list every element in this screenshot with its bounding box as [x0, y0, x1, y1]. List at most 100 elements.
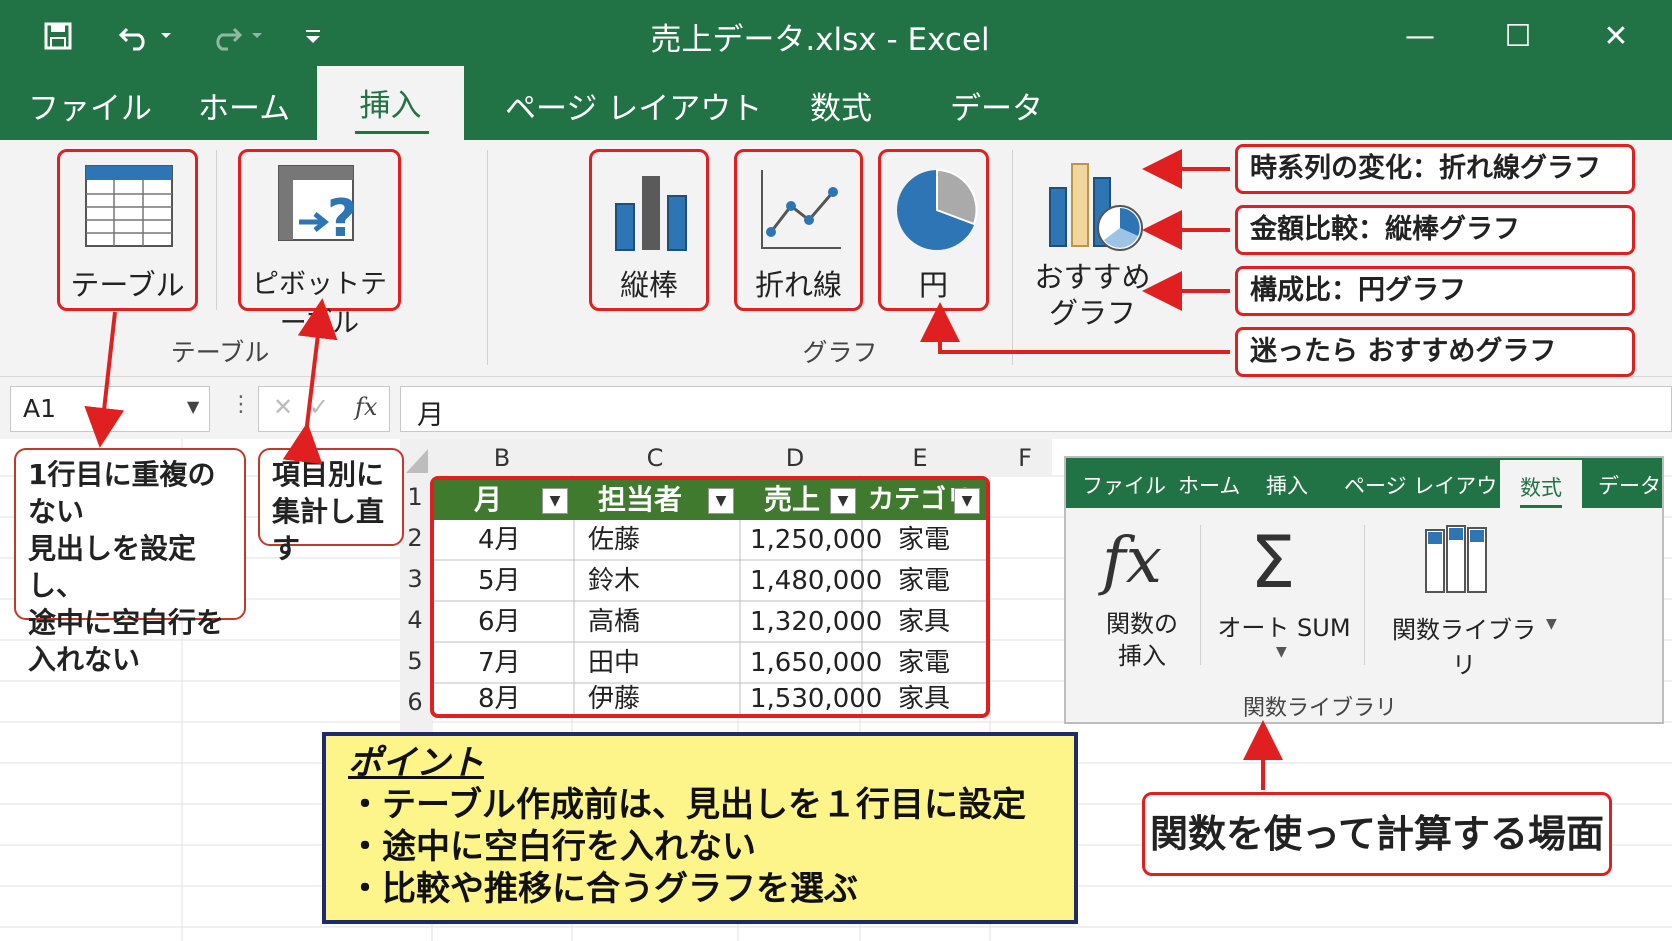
cell-month[interactable]: 5月: [478, 561, 521, 601]
pivot-note-line: 集計し直す: [272, 495, 385, 565]
more-options-icon[interactable]: ⋮: [230, 392, 252, 417]
row-header-6[interactable]: 6: [400, 688, 430, 716]
chevron-down-icon: ▼: [1546, 616, 1557, 632]
line-chart-label: 折れ線: [754, 268, 842, 302]
inset-tab-underline: [1520, 505, 1562, 508]
cell-sales[interactable]: 1,530,000: [750, 684, 882, 714]
recommended-charts-icon: [1048, 158, 1144, 258]
pivot-note-line: 項目別に: [272, 458, 385, 491]
minimize-button[interactable]: —: [1390, 14, 1450, 60]
tab-file[interactable]: ファイル: [28, 84, 152, 134]
table-note-line: 入れない: [28, 643, 141, 676]
cell-person[interactable]: 佐藤: [588, 520, 640, 560]
cell-category[interactable]: 家電: [898, 520, 950, 560]
tab-home[interactable]: ホーム: [198, 84, 290, 134]
point-bullet: ・テーブル作成前は、見出しを１行目に設定: [348, 785, 1026, 825]
filter-dropdown-icon[interactable]: ▼: [954, 488, 980, 514]
row-header-5[interactable]: 5: [400, 647, 430, 675]
cell-month[interactable]: 4月: [478, 520, 521, 560]
insert-function-label-1: 関数の: [1106, 610, 1178, 638]
cell-sales[interactable]: 1,250,000: [750, 520, 882, 560]
recommended-charts-button[interactable]: おすすめ グラフ: [1030, 150, 1155, 330]
filter-dropdown-icon[interactable]: ▼: [708, 488, 734, 514]
column-header-b[interactable]: B: [472, 441, 532, 475]
formula-input[interactable]: 月: [400, 386, 1672, 432]
filter-dropdown-icon[interactable]: ▼: [542, 488, 568, 514]
row-header-2[interactable]: 2: [400, 524, 430, 552]
chevron-down-icon: ▼: [1276, 644, 1287, 660]
chart-group-label: グラフ: [802, 338, 878, 367]
tab-formulas[interactable]: 数式: [810, 84, 872, 134]
cell-category[interactable]: 家電: [898, 643, 950, 683]
column-chart-button[interactable]: 縦棒: [589, 149, 709, 311]
close-button[interactable]: ✕: [1586, 14, 1646, 60]
redo-icon[interactable]: [210, 16, 270, 56]
table-header-sales: 売上: [764, 483, 821, 516]
cell-category[interactable]: 家具: [898, 684, 950, 714]
table-group-label: テーブル: [170, 338, 270, 367]
row-header-3[interactable]: 3: [400, 565, 430, 593]
recommended-charts-label-2: グラフ: [1048, 296, 1136, 330]
cell-month[interactable]: 8月: [478, 684, 521, 714]
filter-dropdown-icon[interactable]: ▼: [830, 488, 856, 514]
autosum-button[interactable]: Σ オート SUM ▼: [1214, 520, 1354, 670]
save-icon[interactable]: [36, 16, 80, 56]
enter-icon[interactable]: ✓: [309, 393, 329, 421]
pie-chart-button[interactable]: 円: [878, 149, 989, 311]
inset-tab-page-layout[interactable]: ページ レイアウト: [1344, 470, 1518, 500]
cell-sales[interactable]: 1,320,000: [750, 602, 882, 642]
table-button[interactable]: テーブル: [57, 149, 198, 311]
cell-person[interactable]: 鈴木: [588, 561, 640, 601]
cell-person[interactable]: 伊藤: [588, 684, 640, 714]
ribbon-separator: [216, 150, 217, 310]
line-chart-icon: [759, 168, 843, 256]
column-header-e[interactable]: E: [885, 441, 955, 475]
inset-tab-file[interactable]: ファイル: [1082, 470, 1166, 500]
formula-input-value: 月: [417, 400, 444, 431]
undo-icon[interactable]: [115, 16, 175, 56]
pivot-table-button[interactable]: ? ピボットテーブル: [238, 149, 401, 339]
cell-category[interactable]: 家電: [898, 561, 950, 601]
maximize-button[interactable]: ☐: [1488, 14, 1548, 60]
tab-data[interactable]: データ: [950, 84, 1043, 134]
ribbon-separator: [1012, 150, 1013, 365]
row-header-4[interactable]: 4: [400, 606, 430, 634]
point-title: ポイント: [348, 743, 484, 783]
cell-person[interactable]: 高橋: [588, 602, 640, 642]
column-chart-label: 縦棒: [619, 268, 678, 302]
inset-tab-home[interactable]: ホーム: [1178, 470, 1240, 500]
callout-pie-chart: 構成比：円グラフ: [1235, 266, 1635, 316]
point-box: ポイント ・テーブル作成前は、見出しを１行目に設定 ・途中に空白行を入れない ・…: [322, 732, 1078, 924]
insert-function-button[interactable]: fx 関数の 挿入: [1092, 524, 1192, 674]
cell-sales[interactable]: 1,480,000: [750, 561, 882, 601]
sigma-icon: Σ: [1250, 520, 1296, 604]
tab-page-layout[interactable]: ページ レイアウト: [505, 84, 762, 134]
tab-insert[interactable]: 挿入: [317, 80, 464, 125]
cancel-icon[interactable]: ✕: [273, 393, 293, 421]
table-note-line: 1行目に重複のない: [28, 458, 216, 528]
row-header-1[interactable]: 1: [400, 483, 430, 511]
inset-tab-data[interactable]: データ: [1598, 470, 1661, 500]
inset-tab-formulas[interactable]: 数式: [1500, 472, 1582, 502]
pivot-table-button-label: ピボットテーブル: [252, 269, 387, 339]
table-note-line: 途中に空白行を: [28, 606, 225, 639]
function-library-button[interactable]: 関数ライブラリ ▼: [1384, 520, 1564, 679]
name-box[interactable]: A1 ▼: [10, 386, 210, 432]
column-header-f[interactable]: F: [1000, 441, 1050, 475]
formula-buttons: ✕ ✓ fx: [258, 386, 390, 432]
line-chart-button[interactable]: 折れ線: [734, 149, 863, 311]
sales-table[interactable]: 月 ▼ 担当者 ▼ 売上 ▼ カテゴリ ▼ 4月 佐藤 1,250,000 家電…: [430, 476, 990, 718]
column-header-c[interactable]: C: [620, 441, 690, 475]
insert-function-icon[interactable]: fx: [355, 393, 377, 421]
pivot-table-icon: ?: [277, 164, 367, 252]
cell-person[interactable]: 田中: [588, 643, 640, 683]
customize-qat-icon[interactable]: [298, 16, 328, 56]
table-icon: [84, 164, 174, 252]
cell-month[interactable]: 7月: [478, 643, 521, 683]
cell-category[interactable]: 家具: [898, 602, 950, 642]
column-header-d[interactable]: D: [760, 441, 830, 475]
cell-month[interactable]: 6月: [478, 602, 521, 642]
inset-tab-insert[interactable]: 挿入: [1266, 470, 1308, 500]
cell-sales[interactable]: 1,650,000: [750, 643, 882, 683]
autosum-label: オート SUM: [1217, 614, 1351, 642]
